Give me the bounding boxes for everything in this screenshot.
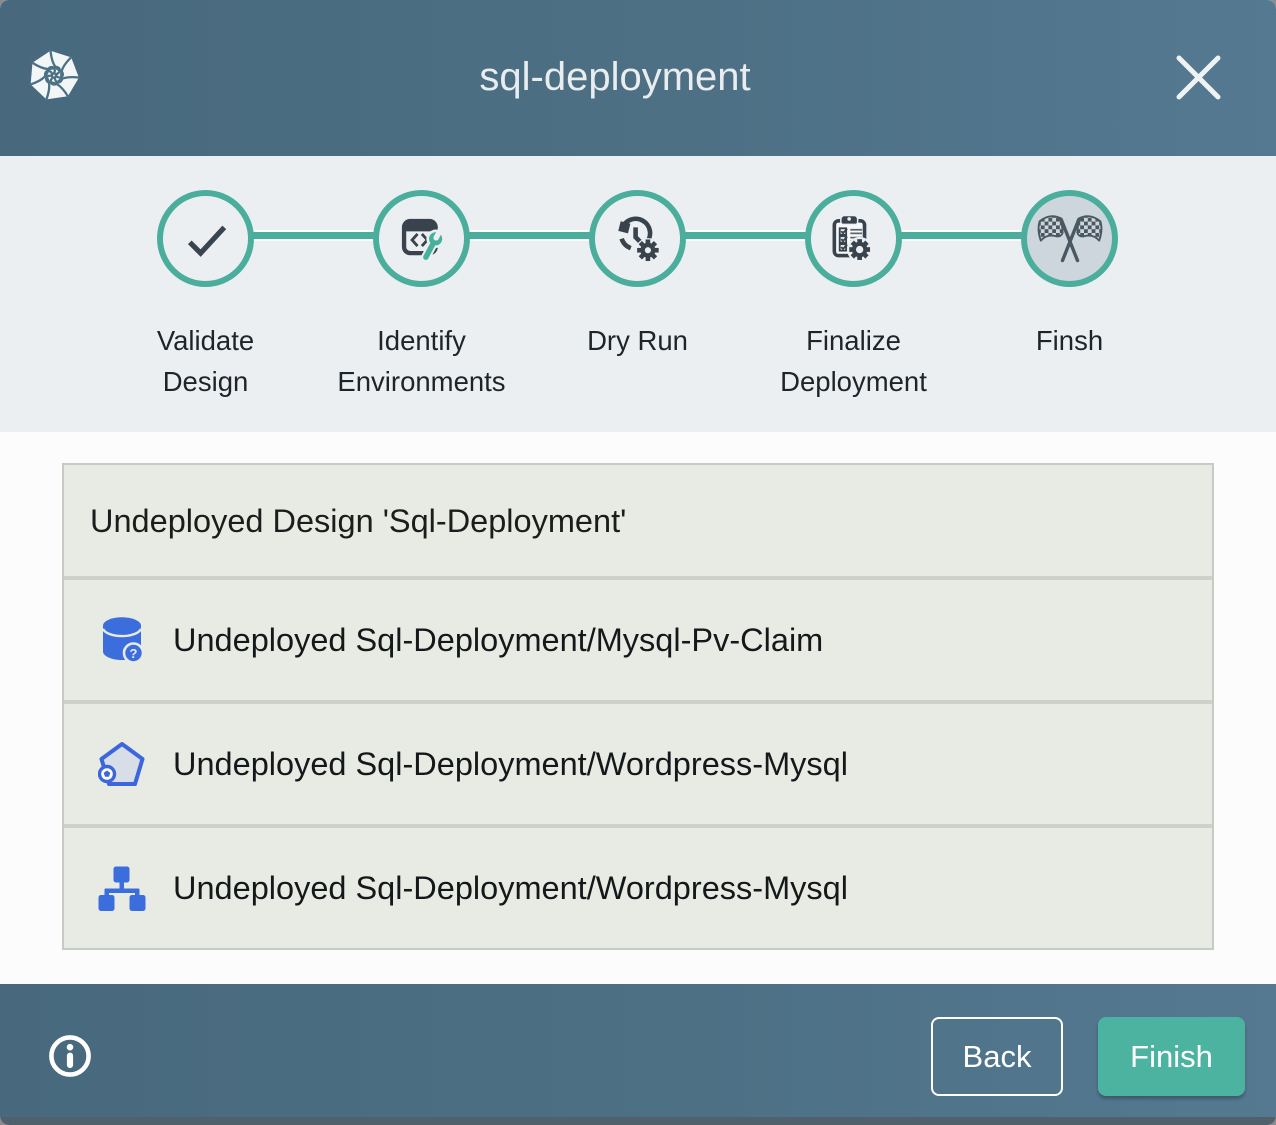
svg-text:?: ?	[130, 646, 138, 661]
